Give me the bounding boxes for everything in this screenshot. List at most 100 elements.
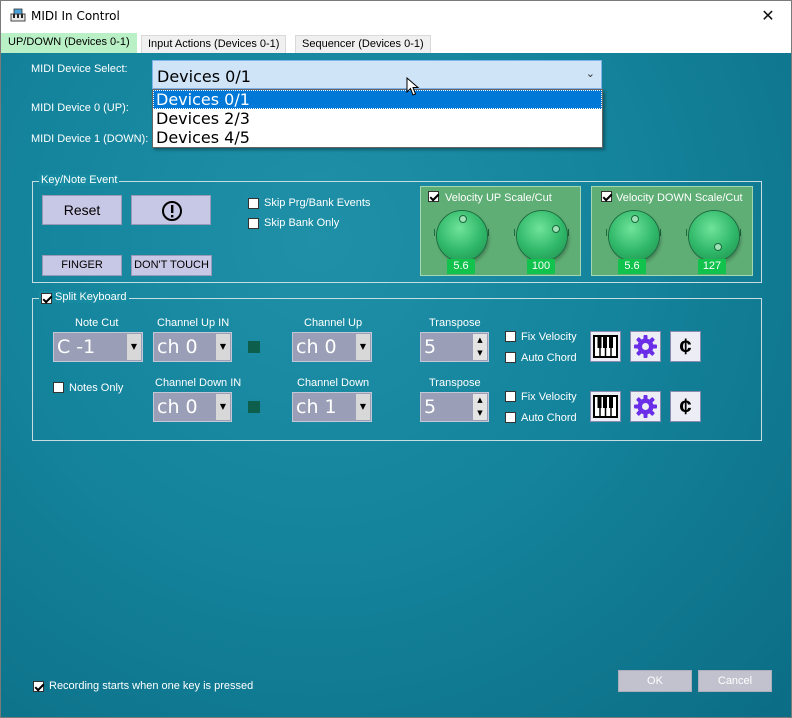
velocity-down-scale-knob[interactable] (609, 211, 659, 261)
skip-prg-bank-label: Skip Prg/Bank Events (264, 197, 371, 209)
cancel-button[interactable]: Cancel (698, 670, 772, 692)
note-cut-select[interactable]: C -1 ▼ (53, 332, 143, 362)
tab-updown[interactable]: UP/DOWN (Devices 0-1) (1, 33, 137, 53)
tick-mark (514, 229, 515, 236)
velocity-down-title: Velocity DOWN Scale/Cut (616, 192, 743, 204)
channel-up-value: ch 0 (296, 336, 337, 358)
velocity-down-cut-value: 127 (698, 259, 726, 274)
spinner-down-icon[interactable]: ▼ (473, 347, 487, 360)
velocity-up-cut-value: 100 (527, 259, 555, 274)
exclamation-icon (162, 201, 182, 221)
channel-down-in-select[interactable]: ch 0 ▼ (153, 392, 232, 422)
tick-mark (686, 229, 687, 236)
ok-button[interactable]: OK (618, 670, 692, 692)
chevron-down-icon: ▼ (356, 334, 370, 360)
transpose-down-value: 5 (424, 396, 437, 418)
split-keyboard-checkbox[interactable] (41, 293, 52, 304)
velocity-down-cut-knob[interactable] (689, 211, 739, 261)
skip-bank-only-checkbox[interactable] (248, 218, 259, 229)
mouse-pointer-icon (406, 77, 420, 96)
channel-up-label: Channel Up (304, 317, 363, 329)
channel-up-in-select[interactable]: ch 0 ▼ (153, 332, 232, 362)
fix-velocity-up-checkbox[interactable] (505, 331, 516, 342)
split-keyboard-header: Split Keyboard (39, 291, 129, 304)
auto-chord-down-checkbox[interactable] (505, 412, 516, 423)
spinner-up-icon[interactable]: ▲ (473, 334, 487, 347)
split-keyboard-title: Split Keyboard (55, 291, 127, 303)
velocity-up-checkbox[interactable] (428, 191, 439, 202)
knob-indicator (552, 225, 560, 233)
dont-touch-button[interactable]: DON'T TOUCH (131, 255, 212, 276)
velocity-up-scale-value: 5.6 (447, 259, 475, 274)
chevron-down-icon: ▼ (216, 394, 230, 420)
device0-label: MIDI Device 0 (UP): (31, 102, 129, 114)
alert-button[interactable] (131, 195, 211, 225)
fix-velocity-up-label: Fix Velocity (521, 331, 577, 343)
notes-only-checkbox[interactable] (53, 382, 64, 393)
cent-up-button[interactable]: ¢ (670, 331, 701, 362)
chevron-down-icon: ⌄ (585, 68, 595, 80)
spinner-down-icon[interactable]: ▼ (473, 407, 487, 420)
recording-label: Recording starts when one key is pressed (49, 680, 254, 692)
channel-up-in-label: Channel Up IN (157, 317, 230, 329)
device-select-label: MIDI Device Select: (31, 63, 128, 75)
channel-up-select[interactable]: ch 0 ▼ (292, 332, 372, 362)
fix-velocity-down-checkbox[interactable] (505, 391, 516, 402)
recording-checkbox[interactable] (33, 681, 44, 692)
tick-mark (434, 229, 435, 236)
window-title: MIDI In Control (31, 9, 120, 23)
transpose-down-spinner[interactable]: 5 ▲ ▼ (420, 392, 489, 422)
notes-only-label: Notes Only (69, 382, 124, 394)
settings-up-button[interactable] (630, 331, 661, 362)
auto-chord-up-checkbox[interactable] (505, 352, 516, 363)
note-cut-value: C -1 (57, 336, 96, 358)
skip-bank-only-label: Skip Bank Only (264, 217, 340, 229)
midi-in-control-window: MIDI In Control ✕ UP/DOWN (Devices 0-1) … (0, 0, 792, 718)
note-cut-label: Note Cut (75, 317, 119, 329)
device-options-list: Devices 0/1 Devices 2/3 Devices 4/5 (152, 89, 603, 148)
velocity-up-panel: Velocity UP Scale/Cut 5.6 100 (420, 186, 581, 276)
velocity-down-checkbox[interactable] (601, 191, 612, 202)
device-option[interactable]: Devices 4/5 (153, 128, 602, 147)
piano-icon (593, 395, 618, 418)
piano-keys-down-button[interactable] (590, 391, 621, 422)
velocity-down-scale-value: 5.6 (618, 259, 646, 274)
channel-down-label: Channel Down (297, 377, 370, 389)
velocity-up-scale-knob[interactable] (437, 211, 487, 261)
tab-sequencer[interactable]: Sequencer (Devices 0-1) (295, 35, 431, 53)
key-note-event-group: Key/Note Event Reset FINGER DON'T TOUCH … (32, 174, 762, 283)
device1-label: MIDI Device 1 (DOWN): (31, 133, 149, 145)
device-option[interactable]: Devices 0/1 (153, 90, 602, 109)
skip-prg-bank-checkbox[interactable] (248, 198, 259, 209)
settings-down-button[interactable] (630, 391, 661, 422)
tick-mark (568, 229, 569, 236)
knob-indicator (631, 215, 639, 223)
channel-down-select[interactable]: ch 1 ▼ (292, 392, 372, 422)
tab-content: MIDI Device Select: MIDI Device 0 (UP): … (1, 53, 791, 717)
auto-chord-down-label: Auto Chord (521, 412, 577, 424)
tick-mark (660, 229, 661, 236)
spinner-up-icon[interactable]: ▲ (473, 394, 487, 407)
velocity-up-cut-knob[interactable] (517, 211, 567, 261)
close-button[interactable]: ✕ (745, 1, 791, 31)
piano-keys-up-button[interactable] (590, 331, 621, 362)
transpose-down-label: Transpose (429, 377, 481, 389)
knob-indicator (714, 243, 722, 251)
device-select-dropdown[interactable]: Devices 0/1 ⌄ (152, 60, 602, 89)
device-option[interactable]: Devices 2/3 (153, 109, 602, 128)
transpose-up-spinner[interactable]: 5 ▲ ▼ (420, 332, 489, 362)
split-keyboard-group: Split Keyboard Note Cut C -1 ▼ Notes Onl… (32, 291, 762, 441)
channel-down-in-label: Channel Down IN (155, 377, 242, 389)
chevron-down-icon: ▼ (127, 334, 141, 360)
cent-down-button[interactable]: ¢ (670, 391, 701, 422)
app-keyboard-icon (10, 8, 26, 22)
auto-chord-up-label: Auto Chord (521, 352, 577, 364)
fix-velocity-down-label: Fix Velocity (521, 391, 577, 403)
channel-down-in-value: ch 0 (157, 396, 198, 418)
finger-button[interactable]: FINGER (42, 255, 122, 276)
key-note-event-title: Key/Note Event (39, 174, 120, 186)
tab-input-actions[interactable]: Input Actions (Devices 0-1) (141, 35, 287, 53)
reset-button[interactable]: Reset (42, 195, 122, 225)
chevron-down-icon: ▼ (356, 394, 370, 420)
knob-indicator (459, 215, 467, 223)
